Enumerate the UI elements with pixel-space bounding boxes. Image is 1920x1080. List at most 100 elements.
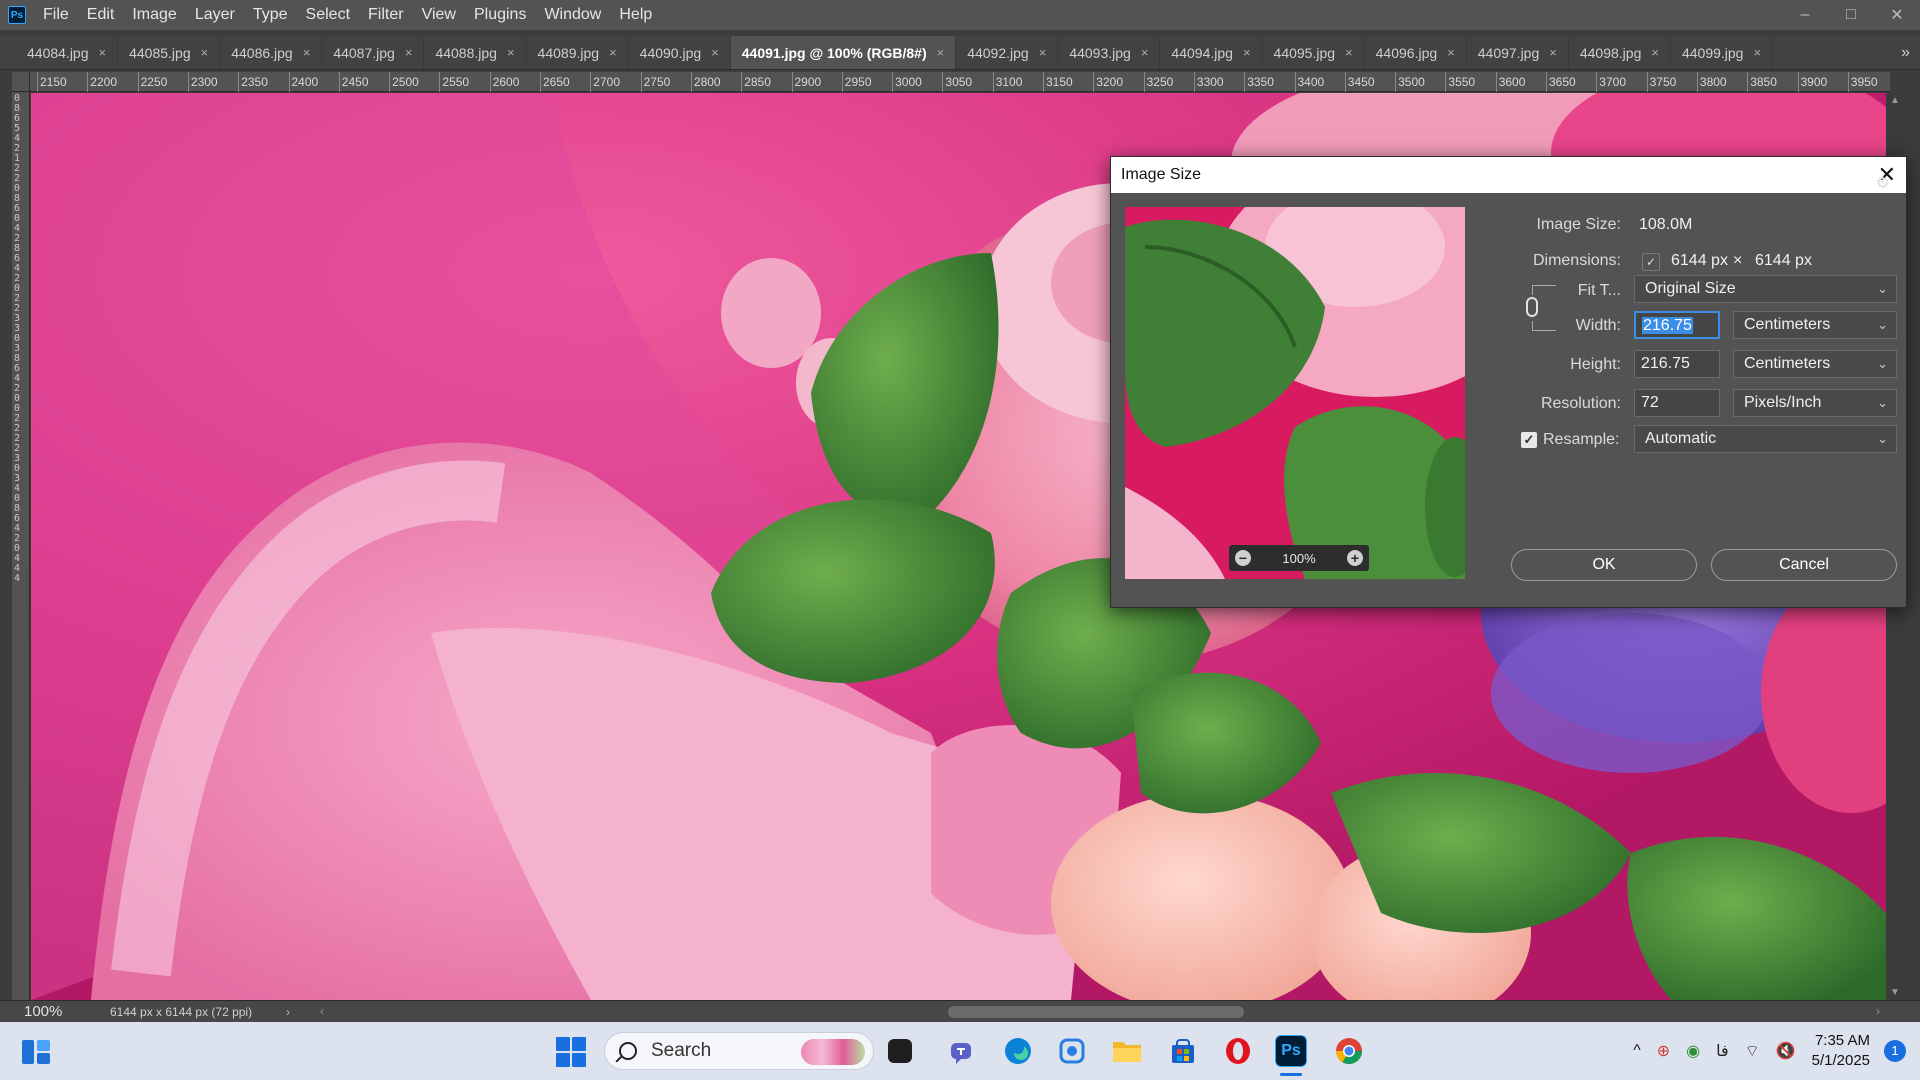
tab-close-icon[interactable]: × bbox=[1549, 45, 1557, 60]
document-info: 6144 px x 6144 px (72 ppi) bbox=[110, 1004, 253, 1019]
menu-item-file[interactable]: File bbox=[34, 0, 78, 30]
document-tab[interactable]: 44096.jpg × bbox=[1365, 36, 1467, 69]
tab-close-icon[interactable]: × bbox=[507, 45, 515, 60]
zoom-level[interactable]: 100% bbox=[24, 1003, 110, 1020]
menu-item-type[interactable]: Type bbox=[244, 0, 297, 30]
scroll-down-icon[interactable]: ▼ bbox=[1890, 987, 1900, 998]
volume-muted-icon[interactable]: 🔇 bbox=[1776, 1041, 1796, 1061]
zoom-in-icon[interactable]: + bbox=[1347, 550, 1363, 566]
tab-close-icon[interactable]: × bbox=[201, 45, 209, 60]
height-input[interactable]: 216.75 bbox=[1634, 350, 1720, 378]
tab-close-icon[interactable]: × bbox=[1447, 45, 1455, 60]
tab-close-icon[interactable]: × bbox=[937, 45, 945, 60]
start-menu-icon[interactable] bbox=[556, 1037, 586, 1067]
tab-close-icon[interactable]: × bbox=[405, 45, 413, 60]
document-tab[interactable]: 44086.jpg × bbox=[220, 36, 323, 69]
menu-item-layer[interactable]: Layer bbox=[186, 0, 244, 30]
settings-gear-icon[interactable]: ⚙ bbox=[1876, 173, 1890, 193]
document-tab[interactable]: 44088.jpg × bbox=[424, 36, 527, 69]
document-tab[interactable]: 44093.jpg × bbox=[1058, 36, 1161, 69]
ruler-tick-label: 3250 bbox=[1143, 72, 1174, 92]
tab-close-icon[interactable]: × bbox=[303, 45, 311, 60]
ruler-tick-label: 3950 bbox=[1847, 72, 1878, 92]
tab-close-icon[interactable]: × bbox=[1345, 45, 1353, 60]
wifi-icon[interactable]: ⌔ bbox=[1745, 1041, 1760, 1061]
menu-item-help[interactable]: Help bbox=[610, 0, 661, 30]
copilot-icon[interactable] bbox=[1055, 1034, 1089, 1068]
tray-vpn-icon[interactable]: ⊕ bbox=[1657, 1041, 1670, 1061]
menu-item-plugins[interactable]: Plugins bbox=[465, 0, 535, 30]
clock[interactable]: 7:35 AM 5/1/2025 bbox=[1812, 1031, 1870, 1071]
maximize-button[interactable]: □ bbox=[1828, 0, 1874, 30]
width-unit-select[interactable]: Centimeters ⌄ bbox=[1733, 311, 1897, 339]
resample-checkbox[interactable]: ✓ bbox=[1521, 432, 1537, 448]
language-indicator[interactable]: فا bbox=[1716, 1041, 1729, 1061]
resolution-unit-select[interactable]: Pixels/Inch ⌄ bbox=[1733, 389, 1897, 417]
tab-close-icon[interactable]: × bbox=[711, 45, 719, 60]
scroll-right-icon[interactable]: › bbox=[1876, 1004, 1880, 1018]
tab-label: 44095.jpg bbox=[1273, 44, 1336, 61]
teams-icon[interactable] bbox=[945, 1034, 979, 1068]
tab-close-icon[interactable]: × bbox=[609, 45, 617, 60]
tab-close-icon[interactable]: × bbox=[1039, 45, 1047, 60]
height-unit-select[interactable]: Centimeters ⌄ bbox=[1733, 350, 1897, 378]
widgets-icon[interactable] bbox=[22, 1036, 52, 1066]
zoom-out-icon[interactable]: − bbox=[1235, 550, 1251, 566]
notification-badge[interactable]: 1 bbox=[1884, 1040, 1906, 1062]
task-view-icon[interactable] bbox=[888, 1039, 912, 1063]
document-tab-active[interactable]: 44091.jpg @ 100% (RGB/8#) × bbox=[730, 36, 957, 69]
tab-close-icon[interactable]: × bbox=[99, 45, 107, 60]
file-explorer-icon[interactable] bbox=[1110, 1034, 1144, 1068]
ruler-top[interactable]: 2150 2200 2250 2300 2350 2400 2450 2500 2550 2600… bbox=[30, 72, 1890, 92]
tab-close-icon[interactable]: × bbox=[1141, 45, 1149, 60]
tray-overflow-chevron-icon[interactable]: ^ bbox=[1633, 1042, 1641, 1060]
status-menu-arrow-icon[interactable]: › bbox=[286, 1005, 312, 1019]
ruler-left[interactable]: 0865421220860428642022330386420022223034… bbox=[12, 92, 30, 1000]
horizontal-scrollbar[interactable]: ‹ › bbox=[320, 1004, 1880, 1018]
document-tab[interactable]: 44090.jpg × bbox=[629, 36, 731, 69]
document-tab[interactable]: 44094.jpg × bbox=[1160, 36, 1263, 69]
tab-close-icon[interactable]: × bbox=[1753, 45, 1761, 60]
tray-app-icon[interactable]: ◉ bbox=[1686, 1041, 1700, 1061]
tab-close-icon[interactable]: × bbox=[1243, 45, 1251, 60]
tab-close-icon[interactable]: × bbox=[1651, 45, 1659, 60]
menu-item-filter[interactable]: Filter bbox=[359, 0, 413, 30]
menu-item-window[interactable]: Window bbox=[535, 0, 610, 30]
resolution-input[interactable]: 72 bbox=[1634, 389, 1720, 417]
document-tab[interactable]: 44092.jpg × bbox=[956, 36, 1059, 69]
document-tab[interactable]: 44095.jpg × bbox=[1263, 36, 1365, 69]
document-tab[interactable]: 44084.jpg × bbox=[16, 36, 119, 69]
fit-to-select[interactable]: Original Size ⌄ bbox=[1634, 275, 1897, 303]
taskbar-search[interactable]: Search bbox=[604, 1032, 874, 1070]
menu-item-view[interactable]: View bbox=[413, 0, 465, 30]
close-window-button[interactable]: ✕ bbox=[1874, 0, 1920, 30]
photoshop-taskbar-icon[interactable]: Ps bbox=[1275, 1035, 1307, 1067]
minimize-button[interactable]: – bbox=[1782, 0, 1828, 30]
cancel-button[interactable]: Cancel bbox=[1711, 549, 1897, 581]
scroll-up-icon[interactable]: ▲ bbox=[1890, 95, 1900, 106]
microsoft-store-icon[interactable] bbox=[1166, 1034, 1200, 1068]
document-tab[interactable]: 44085.jpg × bbox=[118, 36, 221, 69]
image-preview[interactable]: − 100% + bbox=[1125, 207, 1465, 579]
menu-item-select[interactable]: Select bbox=[297, 0, 359, 30]
width-input[interactable]: 216.75 bbox=[1634, 311, 1720, 339]
menu-item-edit[interactable]: Edit bbox=[78, 0, 124, 30]
preview-artwork bbox=[1125, 207, 1465, 579]
document-tab[interactable]: 44089.jpg × bbox=[527, 36, 629, 69]
document-tab[interactable]: 44097.jpg × bbox=[1467, 36, 1569, 69]
dialog-titlebar[interactable]: Image Size ✕ bbox=[1111, 157, 1906, 193]
resample-select[interactable]: Automatic ⌄ bbox=[1634, 425, 1897, 453]
resample-value: Automatic bbox=[1645, 430, 1717, 447]
dimensions-dropdown-chevron-icon[interactable]: ✓ bbox=[1642, 253, 1660, 271]
chrome-icon[interactable] bbox=[1332, 1034, 1366, 1068]
menu-item-image[interactable]: Image bbox=[123, 0, 185, 30]
tab-overflow-button[interactable]: » bbox=[1901, 36, 1910, 70]
scroll-left-icon[interactable]: ‹ bbox=[320, 1004, 324, 1018]
document-tab[interactable]: 44099.jpg × bbox=[1671, 36, 1774, 69]
document-tab[interactable]: 44087.jpg × bbox=[322, 36, 425, 69]
document-tab[interactable]: 44098.jpg × bbox=[1569, 36, 1671, 69]
horizontal-scroll-thumb[interactable] bbox=[948, 1006, 1244, 1018]
edge-icon[interactable] bbox=[1001, 1034, 1035, 1068]
opera-icon[interactable] bbox=[1221, 1034, 1255, 1068]
ok-button[interactable]: OK bbox=[1511, 549, 1697, 581]
